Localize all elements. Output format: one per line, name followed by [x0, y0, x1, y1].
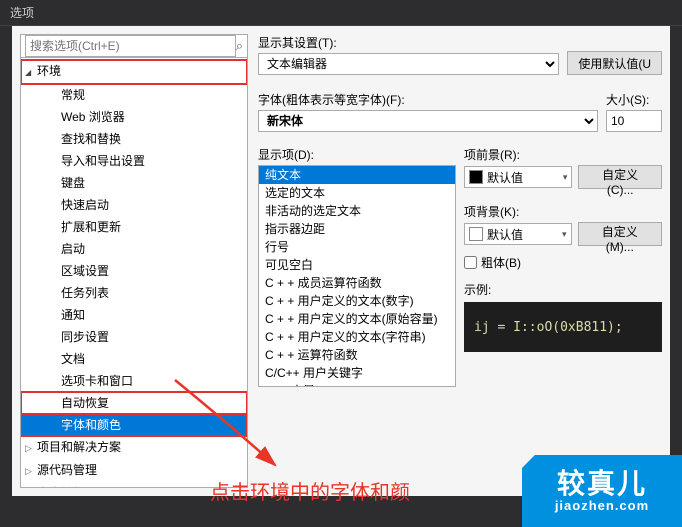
- list-item[interactable]: 可见空白: [259, 256, 455, 274]
- list-item[interactable]: 行号: [259, 238, 455, 256]
- sample-label: 示例:: [464, 281, 662, 298]
- tree-item[interactable]: 键盘: [21, 172, 247, 194]
- item-fg-select[interactable]: 默认值 ▾: [464, 166, 572, 188]
- list-item[interactable]: 非活动的选定文本: [259, 202, 455, 220]
- list-item[interactable]: C + + 运算符函数: [259, 346, 455, 364]
- window-title: 选项: [10, 6, 34, 20]
- display-items-list[interactable]: 纯文本 选定的文本 非活动的选定文本 指示器边距 行号 可见空白 C + + 成…: [258, 165, 456, 387]
- watermark: 较真儿 jiaozhen.com: [522, 455, 682, 527]
- tree-item[interactable]: 文档: [21, 348, 247, 370]
- font-select[interactable]: 新宋体: [258, 110, 598, 132]
- item-fg-value: 默认值: [487, 169, 523, 186]
- custom-fg-button[interactable]: 自定义(C)...: [578, 165, 662, 189]
- item-bg-label: 项背景(K):: [464, 203, 662, 220]
- sample-preview: ij = I::oO(0xB811);: [464, 302, 662, 352]
- bold-checkbox[interactable]: [464, 256, 477, 269]
- list-item[interactable]: 指示器边距: [259, 220, 455, 238]
- search-icon: ⌕: [236, 38, 243, 54]
- annotation-text: 点击环境中的字体和颜: [210, 476, 410, 505]
- list-item[interactable]: 选定的文本: [259, 184, 455, 202]
- tree-item[interactable]: 同步设置: [21, 326, 247, 348]
- chevron-down-icon: ▾: [562, 229, 567, 240]
- right-panel: 显示其设置(T): 文本编辑器 使用默认值(U 字体(粗体表示等宽字体)(F):…: [258, 34, 662, 488]
- search-input[interactable]: [25, 35, 236, 57]
- item-bg-value: 默认值: [487, 226, 523, 243]
- tree-root-environment[interactable]: 环境: [21, 60, 247, 84]
- list-item[interactable]: C++ 变量: [259, 382, 455, 387]
- tree-item[interactable]: 区域设置: [21, 260, 247, 282]
- left-panel: ⌕ 环境 常规 Web 浏览器 查找和替换 导入和导出设置 键盘 快速启动 扩展…: [20, 34, 248, 488]
- show-settings-label: 显示其设置(T):: [258, 34, 559, 51]
- tree-item-fonts-colors[interactable]: 字体和颜色: [21, 414, 247, 436]
- list-item[interactable]: 纯文本: [259, 166, 455, 184]
- options-tree[interactable]: 环境 常规 Web 浏览器 查找和替换 导入和导出设置 键盘 快速启动 扩展和更…: [20, 58, 248, 488]
- tree-item[interactable]: 快速启动: [21, 194, 247, 216]
- color-swatch-icon: [469, 227, 483, 241]
- size-input[interactable]: [606, 110, 662, 132]
- item-fg-label: 项前景(R):: [464, 146, 662, 163]
- list-item[interactable]: C + + 用户定义的文本(字符串): [259, 328, 455, 346]
- display-items-label: 显示项(D):: [258, 146, 456, 163]
- show-settings-select[interactable]: 文本编辑器: [258, 53, 559, 75]
- tree-item[interactable]: 导入和导出设置: [21, 150, 247, 172]
- use-default-button[interactable]: 使用默认值(U: [567, 51, 662, 75]
- tree-item[interactable]: 自动恢复: [21, 392, 247, 414]
- custom-bg-button[interactable]: 自定义(M)...: [578, 222, 662, 246]
- chevron-down-icon: ▾: [563, 172, 568, 183]
- bold-label: 粗体(B): [481, 254, 521, 271]
- tree-item[interactable]: 启动: [21, 238, 247, 260]
- watermark-url: jiaozhen.com: [555, 498, 649, 513]
- item-bg-select[interactable]: 默认值 ▾: [464, 223, 572, 245]
- color-swatch-icon: [469, 170, 483, 184]
- tree-item[interactable]: 常规: [21, 84, 247, 106]
- watermark-title: 较真儿: [557, 470, 647, 498]
- list-item[interactable]: C/C++ 用户关键字: [259, 364, 455, 382]
- tree-item[interactable]: Web 浏览器: [21, 106, 247, 128]
- titlebar: 选项: [0, 0, 682, 26]
- tree-item[interactable]: 查找和替换: [21, 128, 247, 150]
- tree-item[interactable]: 通知: [21, 304, 247, 326]
- font-label: 字体(粗体表示等宽字体)(F):: [258, 91, 598, 108]
- tree-item[interactable]: 扩展和更新: [21, 216, 247, 238]
- search-box[interactable]: ⌕: [20, 34, 248, 58]
- tree-item[interactable]: 选项卡和窗口: [21, 370, 247, 392]
- list-item[interactable]: C + + 用户定义的文本(数字): [259, 292, 455, 310]
- options-dialog: ⌕ 环境 常规 Web 浏览器 查找和替换 导入和导出设置 键盘 快速启动 扩展…: [12, 26, 670, 496]
- list-item[interactable]: C + + 用户定义的文本(原始容量): [259, 310, 455, 328]
- list-item[interactable]: C + + 成员运算符函数: [259, 274, 455, 292]
- tree-item[interactable]: 任务列表: [21, 282, 247, 304]
- size-label: 大小(S):: [606, 91, 662, 108]
- tree-item[interactable]: 项目和解决方案: [21, 436, 247, 459]
